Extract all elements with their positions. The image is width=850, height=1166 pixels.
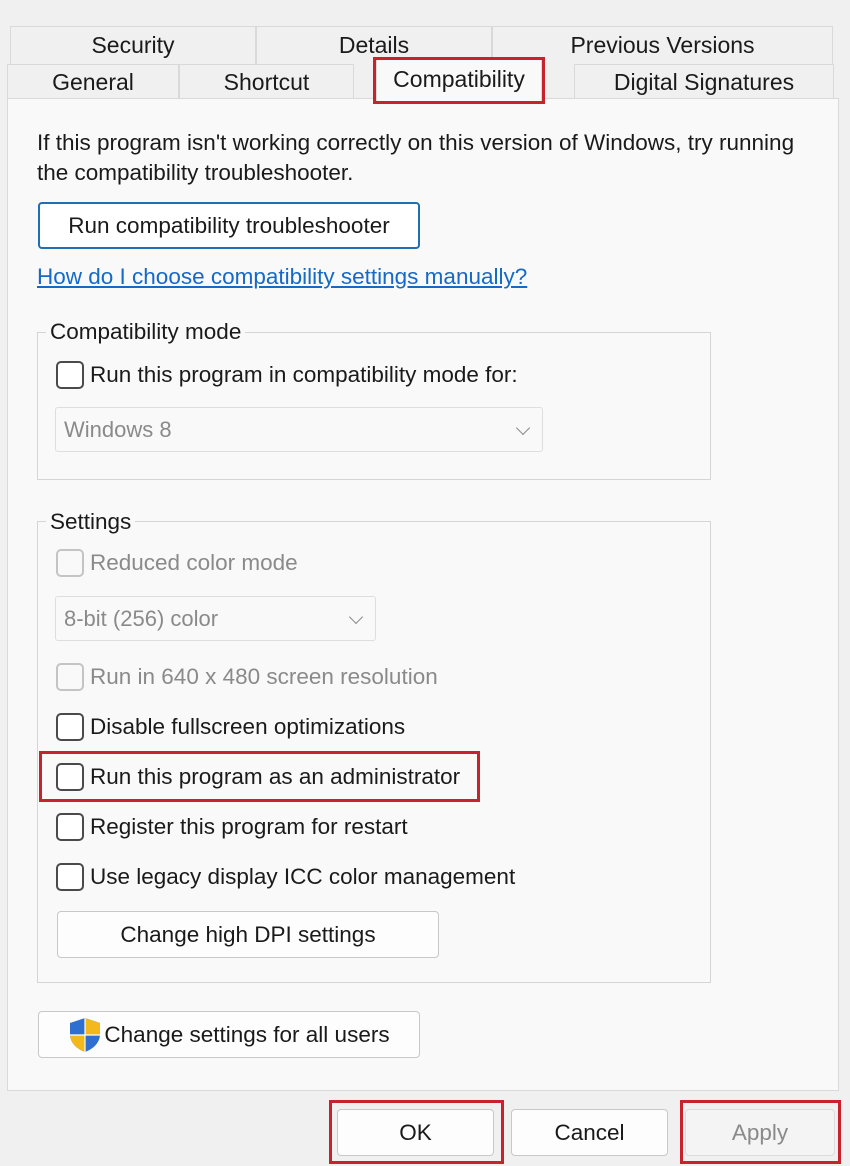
checkbox-label: Register this program for restart	[90, 814, 408, 839]
resolution-640-checkbox[interactable]	[56, 663, 84, 691]
windows-version-select[interactable]: Windows 8	[55, 407, 543, 452]
compatibility-mode-group	[37, 332, 711, 480]
run-troubleshooter-button[interactable]: Run compatibility troubleshooter	[38, 202, 420, 249]
tab-label: General	[52, 68, 134, 95]
tab-label: Details	[338, 32, 410, 58]
tab-label: Compatibility	[393, 66, 525, 92]
tab-label: Digital Signatures	[613, 68, 795, 95]
button-label: OK	[399, 1119, 432, 1145]
tab-security[interactable]: Security	[10, 26, 256, 64]
color-depth-select[interactable]: 8-bit (256) color	[55, 596, 376, 641]
apply-button[interactable]: Apply	[685, 1109, 835, 1156]
tab-digital-signatures[interactable]: Digital Signatures	[574, 64, 834, 99]
button-label: Change high DPI settings	[120, 921, 376, 947]
tab-previous-versions[interactable]: Previous Versions	[492, 26, 833, 64]
compatibility-help-link[interactable]: How do I choose compatibility settings m…	[37, 264, 527, 290]
chevron-down-icon	[348, 609, 364, 624]
run-as-admin-option[interactable]: Run this program as an administrator	[56, 763, 460, 791]
register-restart-option[interactable]: Register this program for restart	[56, 813, 408, 841]
reduced-color-checkbox[interactable]	[56, 549, 84, 577]
tab-label: Shortcut	[223, 68, 310, 95]
button-label: Run compatibility troubleshooter	[68, 212, 390, 238]
checkbox-label: Run this program as an administrator	[90, 764, 461, 789]
register-restart-checkbox[interactable]	[56, 813, 84, 841]
change-settings-all-users-button[interactable]: Change settings for all users	[38, 1011, 420, 1058]
chevron-down-icon	[515, 420, 531, 435]
compatibility-mode-option[interactable]: Run this program in compatibility mode f…	[56, 361, 518, 389]
resolution-640-option[interactable]: Run in 640 x 480 screen resolution	[56, 663, 438, 691]
tab-compatibility[interactable]: Compatibility	[376, 58, 542, 104]
checkbox-label: Disable fullscreen optimizations	[90, 714, 406, 739]
checkbox-label: Reduced color mode	[90, 550, 298, 575]
uac-shield-icon	[70, 1017, 101, 1052]
settings-title: Settings	[46, 509, 136, 535]
button-label: Change settings for all users	[104, 1021, 390, 1047]
button-label: Cancel	[554, 1119, 625, 1145]
intro-text: If this program isn't working correctly …	[37, 130, 795, 185]
cancel-button[interactable]: Cancel	[511, 1109, 668, 1156]
tab-label: Previous Versions	[570, 32, 755, 58]
change-dpi-settings-button[interactable]: Change high DPI settings	[57, 911, 439, 958]
button-label: Apply	[731, 1119, 789, 1145]
disable-fullscreen-checkbox[interactable]	[56, 713, 84, 741]
reduced-color-option[interactable]: Reduced color mode	[56, 549, 298, 577]
checkbox-label: Run in 640 x 480 screen resolution	[90, 664, 438, 689]
disable-fullscreen-option[interactable]: Disable fullscreen optimizations	[56, 713, 405, 741]
tab-shortcut[interactable]: Shortcut	[179, 64, 354, 99]
compatibility-mode-checkbox[interactable]	[56, 361, 84, 389]
tab-general[interactable]: General	[7, 64, 179, 99]
select-value: 8-bit (256) color	[64, 605, 219, 631]
select-value: Windows 8	[64, 416, 172, 442]
ok-button[interactable]: OK	[337, 1109, 494, 1156]
tab-label: Security	[91, 32, 175, 58]
checkbox-label: Run this program in compatibility mode f…	[90, 362, 518, 387]
legacy-icc-option[interactable]: Use legacy display ICC color management	[56, 863, 515, 891]
compatibility-mode-title: Compatibility mode	[46, 319, 246, 345]
checkbox-label: Use legacy display ICC color management	[90, 864, 516, 889]
run-as-admin-checkbox[interactable]	[56, 763, 84, 791]
legacy-icc-checkbox[interactable]	[56, 863, 84, 891]
